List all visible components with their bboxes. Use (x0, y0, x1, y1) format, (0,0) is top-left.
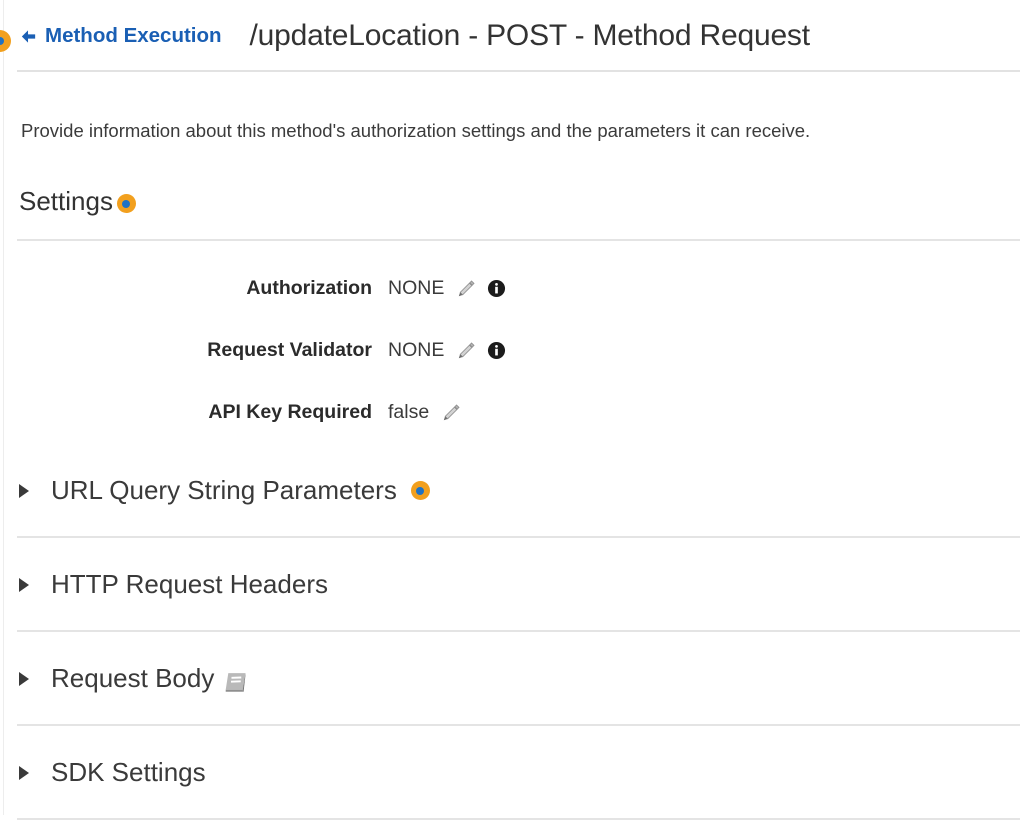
pencil-icon[interactable] (441, 402, 462, 423)
settings-heading-label: Settings (19, 186, 113, 217)
page-title: /updateLocation - POST - Method Request (249, 19, 811, 52)
setting-label: Request Validator (207, 339, 372, 362)
setting-value: NONE (388, 277, 445, 300)
setting-actions (441, 402, 462, 423)
help-badge-icon[interactable] (410, 481, 430, 501)
setting-value: NONE (388, 339, 445, 362)
setting-row-api-key-required: API Key Required false (0, 382, 1024, 444)
setting-value: false (388, 401, 430, 424)
pencil-icon[interactable] (456, 278, 477, 299)
section-title: HTTP Request Headers (51, 569, 328, 600)
caret-right-icon[interactable] (19, 671, 29, 686)
arrow-left-icon (19, 27, 38, 46)
section-url-query-string-parameters[interactable]: URL Query String Parameters (0, 444, 1024, 538)
method-request-page: Method Execution /updateLocation - POST … (0, 0, 1024, 820)
setting-row-request-validator: Request Validator NONE (0, 320, 1024, 382)
section-title: Request Body (51, 663, 215, 694)
back-to-method-execution-link[interactable]: Method Execution (19, 24, 222, 48)
caret-right-icon[interactable] (19, 483, 29, 498)
settings-heading: Settings (0, 164, 1024, 217)
section-divider (17, 817, 1020, 820)
info-icon[interactable] (487, 279, 506, 298)
section-http-request-headers[interactable]: HTTP Request Headers (0, 538, 1024, 632)
header-divider (17, 70, 1020, 72)
back-link-label: Method Execution (45, 24, 222, 47)
page-header: Method Execution /updateLocation - POST … (0, 0, 1024, 72)
setting-actions (456, 278, 506, 299)
pencil-icon[interactable] (456, 340, 477, 361)
section-request-body[interactable]: Request Body (0, 632, 1024, 726)
settings-table: Authorization NONE Request Validator NON… (0, 241, 1024, 444)
section-sdk-settings[interactable]: SDK Settings (0, 726, 1024, 820)
help-badge-icon[interactable] (116, 194, 136, 214)
caret-right-icon[interactable] (19, 765, 29, 780)
setting-label: API Key Required (208, 401, 372, 424)
caret-right-icon[interactable] (19, 577, 29, 592)
setting-actions (456, 340, 506, 361)
page-description: Provide information about this method's … (21, 119, 811, 141)
section-title: URL Query String Parameters (51, 475, 397, 506)
info-icon[interactable] (487, 341, 506, 360)
setting-label: Authorization (246, 277, 372, 300)
setting-row-authorization: Authorization NONE (0, 258, 1024, 320)
book-icon[interactable] (223, 670, 248, 694)
section-title: SDK Settings (51, 757, 206, 788)
